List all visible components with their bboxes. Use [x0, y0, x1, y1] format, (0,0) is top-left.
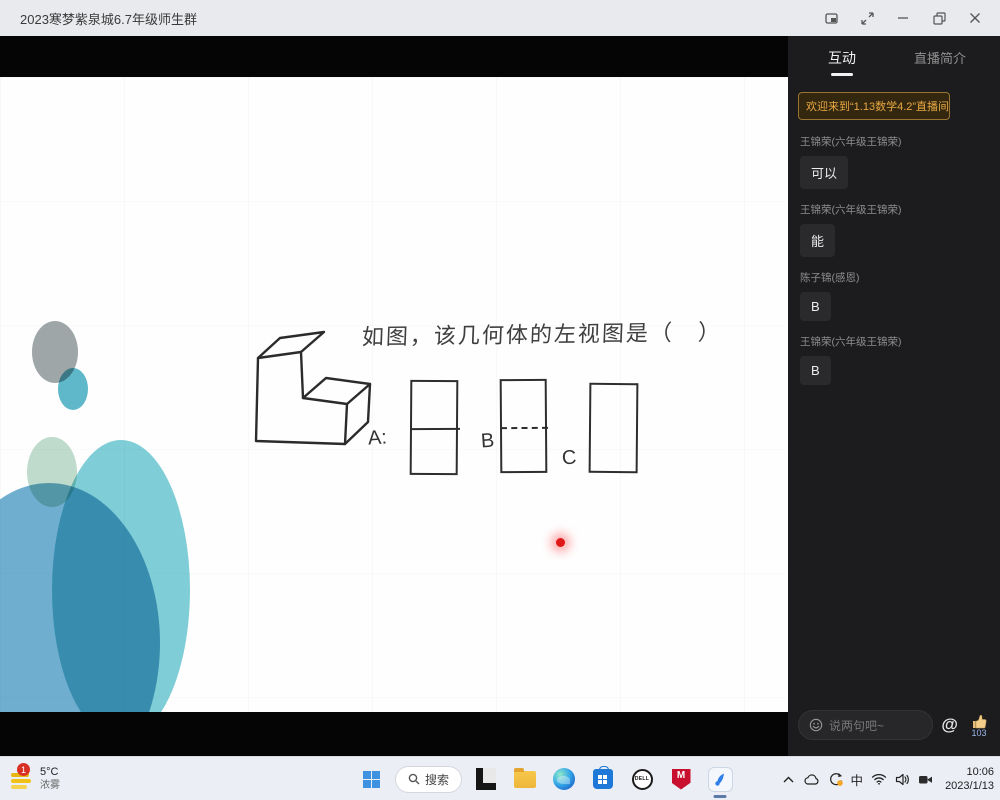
chat-message: 王锦荣(六年级王锦荣) B [800, 334, 988, 385]
window-title: 2023寒梦紫泉城6.7年级师生群 [20, 9, 197, 28]
active-app-indicator [714, 795, 727, 798]
message-bubble: 可以 [800, 156, 848, 189]
system-tray: 中 10:06 2023/1/13 [782, 757, 994, 800]
weather-condition: 浓雾 [40, 780, 60, 793]
message-username: 陈子锦(感恩) [800, 270, 988, 285]
option-b-label: B [480, 430, 495, 454]
option-b-figure [500, 379, 548, 473]
tab-interact-label: 互动 [828, 48, 856, 68]
notification-badge: 1 [17, 763, 30, 776]
windows-logo-icon [363, 771, 380, 788]
taskbar-app-store[interactable] [588, 764, 618, 794]
maximize-button[interactable] [924, 5, 954, 31]
like-count-badge: 103 [971, 728, 986, 738]
ime-indicator[interactable]: 中 [851, 770, 864, 789]
search-pill[interactable]: 搜索 [395, 766, 462, 793]
message-username: 王锦荣(六年级王锦荣) [800, 202, 988, 217]
clock-time: 10:06 [945, 765, 994, 779]
chat-message: 陈子锦(感恩) B [800, 270, 988, 321]
clock-date: 2023/1/13 [945, 779, 994, 793]
sync-update-icon[interactable] [828, 772, 843, 787]
chat-input-row: 说两句吧~ @ 103 [798, 710, 992, 740]
taskbar-clock[interactable]: 10:06 2023/1/13 [945, 765, 994, 794]
chat-message-list[interactable]: 王锦荣(六年级王锦荣) 可以 王锦荣(六年级王锦荣) 能 陈子锦(感恩) B 王… [788, 120, 1000, 756]
welcome-banner: 欢迎来到“1.13数学4.2”直播间 [798, 92, 950, 120]
weather-temperature: 5°C [40, 766, 60, 780]
at-mention-icon[interactable]: @ [941, 715, 958, 735]
search-label: 搜索 [425, 771, 449, 788]
microsoft-store-icon [593, 769, 613, 789]
option-c-figure [589, 383, 639, 473]
option-a-figure [410, 380, 459, 475]
chat-message: 王锦荣(六年级王锦荣) 可以 [800, 134, 988, 189]
start-button[interactable] [356, 764, 386, 794]
message-username: 王锦荣(六年级王锦荣) [800, 134, 988, 149]
window-controls [816, 5, 990, 31]
deco-circle-teal-small [58, 368, 88, 410]
option-c-label: C [561, 447, 577, 471]
onedrive-cloud-icon[interactable] [803, 773, 820, 786]
like-button[interactable]: 103 [966, 712, 992, 738]
fog-weather-icon: 1 [8, 766, 34, 792]
tray-overflow-chevron-icon[interactable] [782, 775, 795, 784]
active-tab-underline [831, 73, 853, 76]
tab-live-intro-label: 直播简介 [914, 48, 966, 67]
message-bubble: 能 [800, 224, 835, 257]
option-b-dashed-divider [501, 427, 548, 429]
taskbar: 1 5°C 浓雾 搜索 DELL M [0, 756, 1000, 800]
taskbar-app-dell[interactable]: DELL [627, 764, 657, 794]
minimize-button[interactable] [888, 5, 918, 31]
mcafee-shield-icon: M [672, 769, 691, 790]
option-a-divider [410, 428, 460, 430]
taskbar-center: 搜索 DELL M [356, 757, 735, 800]
close-button[interactable] [960, 5, 990, 31]
fullscreen-icon[interactable] [852, 5, 882, 31]
chat-sidebar: 互动 直播简介 欢迎来到“1.13数学4.2”直播间 王锦荣(六年级王锦荣) 可… [788, 36, 1000, 756]
whiteboard[interactable]: 如图，该几何体的左视图是（ ） A: B C [0, 77, 788, 712]
mini-mode-icon[interactable] [816, 5, 846, 31]
main-area: 如图，该几何体的左视图是（ ） A: B C 互动 [0, 36, 1000, 756]
dark-app-icon [476, 768, 496, 790]
option-a-label: A: [367, 426, 387, 450]
chat-input-placeholder: 说两句吧~ [829, 717, 884, 734]
taskbar-app-file-explorer[interactable] [510, 764, 540, 794]
search-icon [408, 773, 420, 785]
folder-icon [514, 771, 536, 788]
volume-icon[interactable] [895, 773, 910, 786]
titlebar: 2023寒梦紫泉城6.7年级师生群 [0, 0, 1000, 36]
smiley-icon [809, 718, 823, 732]
tab-interact[interactable]: 互动 [828, 48, 856, 76]
live-video-stage[interactable]: 如图，该几何体的左视图是（ ） A: B C [0, 36, 788, 756]
chat-input[interactable]: 说两句吧~ [798, 710, 933, 740]
taskbar-app-mcafee[interactable]: M [666, 764, 696, 794]
question-text: 如图，该几何体的左视图是（ ） [361, 314, 722, 351]
tab-live-intro[interactable]: 直播简介 [914, 48, 966, 67]
solid-figure-sketch [240, 310, 380, 460]
camera-device-icon[interactable] [918, 773, 933, 786]
dell-icon: DELL [632, 769, 653, 790]
taskbar-app-edge[interactable] [549, 764, 579, 794]
laser-pointer-dot [556, 538, 565, 547]
message-username: 王锦荣(六年级王锦荣) [800, 334, 988, 349]
message-bubble: B [800, 292, 831, 321]
taskbar-app-dark[interactable] [471, 764, 501, 794]
weather-widget[interactable]: 1 5°C 浓雾 [8, 762, 60, 796]
live-class-app-icon [708, 767, 733, 792]
chat-message: 王锦荣(六年级王锦荣) 能 [800, 202, 988, 257]
sidebar-tabs: 互动 直播简介 [788, 36, 1000, 80]
message-bubble: B [800, 356, 831, 385]
edge-browser-icon [553, 768, 575, 790]
wifi-icon[interactable] [871, 773, 887, 785]
taskbar-app-live-class-active[interactable] [705, 764, 735, 794]
